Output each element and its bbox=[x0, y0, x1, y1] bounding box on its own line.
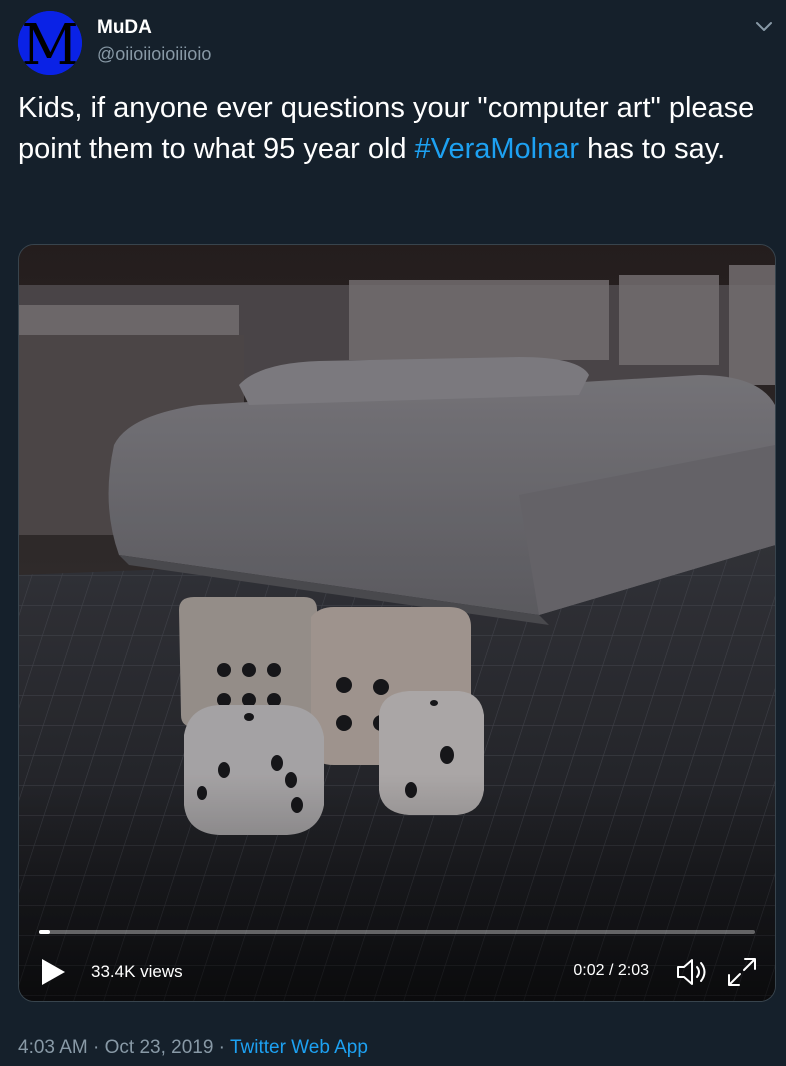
tweet-date[interactable]: Oct 23, 2019 bbox=[105, 1037, 214, 1058]
hashtag-link[interactable]: #VeraMolnar bbox=[415, 133, 579, 165]
author-block[interactable]: MuDA @oiioiioioiiioio bbox=[97, 16, 211, 66]
more-options-button[interactable] bbox=[752, 14, 776, 38]
volume-icon bbox=[677, 959, 706, 985]
avatar[interactable]: M bbox=[18, 11, 82, 75]
chevron-down-icon bbox=[756, 22, 772, 31]
fullscreen-icon bbox=[728, 958, 756, 986]
video-progress-fill bbox=[39, 930, 51, 934]
user-handle[interactable]: @oiioiioioiiioio bbox=[97, 42, 211, 66]
tweet-source-link[interactable]: Twitter Web App bbox=[230, 1037, 368, 1058]
video-progress-bar[interactable] bbox=[39, 930, 755, 934]
video-frame bbox=[19, 245, 775, 1001]
tweet-metadata: 4:03 AM · Oct 23, 2019 · Twitter Web App bbox=[18, 1035, 368, 1061]
display-name[interactable]: MuDA bbox=[97, 16, 211, 40]
tweet-text: Kids, if anyone ever questions your "com… bbox=[18, 88, 778, 170]
meta-separator: · bbox=[213, 1037, 230, 1058]
avatar-letter: M bbox=[21, 13, 78, 75]
fullscreen-button[interactable] bbox=[725, 955, 759, 989]
volume-button[interactable] bbox=[675, 955, 711, 989]
view-count: 33.4K views bbox=[91, 962, 183, 981]
play-icon bbox=[42, 959, 65, 985]
meta-separator: · bbox=[87, 1037, 105, 1058]
play-button[interactable] bbox=[39, 957, 67, 987]
video-timecode: 0:02 / 2:03 bbox=[573, 962, 649, 979]
tweet-text-end: has to say. bbox=[579, 133, 726, 165]
tweet: M MuDA @oiioiioioiiioio Kids, if anyone … bbox=[0, 0, 786, 1066]
video-player[interactable]: 33.4K views 0:02 / 2:03 bbox=[18, 244, 776, 1002]
tweet-time[interactable]: 4:03 AM bbox=[18, 1037, 88, 1058]
